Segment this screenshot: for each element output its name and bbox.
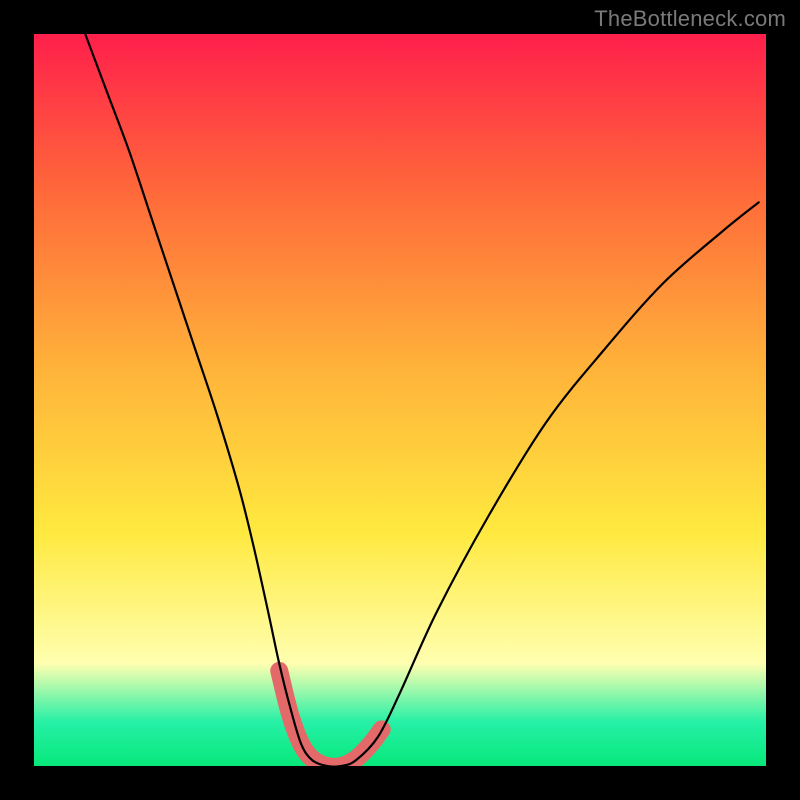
plot-area [34,34,766,766]
outer-frame: TheBottleneck.com [0,0,800,800]
watermark-text: TheBottleneck.com [594,6,786,32]
gradient-background [34,34,766,766]
chart-svg [34,34,766,766]
